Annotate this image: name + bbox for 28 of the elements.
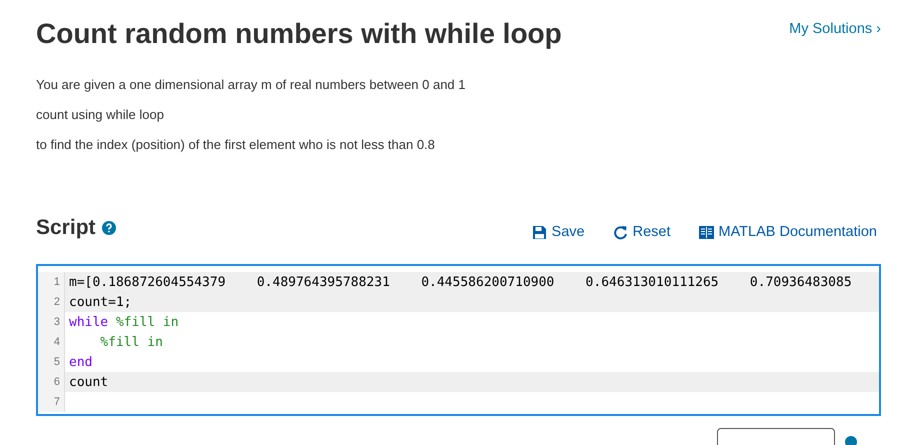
code-text: count	[68, 374, 108, 390]
code-text: end	[68, 354, 92, 370]
page-title: Count random numbers with while loop	[36, 18, 562, 50]
help-icon[interactable]	[102, 221, 116, 235]
save-button[interactable]: Save	[532, 224, 585, 240]
code-text: %fill in	[99, 334, 163, 350]
line-number: 5	[38, 352, 65, 372]
code-text: count=1;	[68, 294, 132, 310]
description-text: count using while loop	[36, 106, 165, 124]
code-text: while %fill in	[68, 314, 179, 330]
reset-icon	[612, 224, 628, 240]
description-text: to find the index (position) of the first element who is not less than 0.8	[36, 136, 436, 154]
code-text: m=[0.186872604554379 0.489764395788231 0.445586200710900 0.646313010111265 0.70936483085	[68, 274, 852, 290]
line-number: 6	[38, 372, 65, 392]
line-number: 4	[38, 332, 65, 352]
help-icon[interactable]	[845, 436, 857, 445]
code-editor[interactable]: 1 m=[0.186872604554379 0.489764395788231 0.445586200710900 0.646313010111265 0.70936483085 2 count=1; 3 while %fill in 4 %fill in 5 end 6 count 7	[36, 264, 881, 416]
my-solutions-link[interactable]: My Solutions ›	[789, 21, 881, 37]
line-number: 1	[38, 272, 65, 292]
documentation-link[interactable]: MATLAB Documentation	[698, 224, 877, 240]
line-number: 3	[38, 312, 65, 332]
line-number: 2	[38, 292, 65, 312]
reset-button[interactable]: Reset	[612, 224, 670, 240]
description-text: You are given a one dimensional array m of real numbers between 0 and 1	[36, 76, 467, 94]
book-icon	[698, 226, 714, 238]
line-number: 7	[38, 392, 65, 412]
script-heading: Script	[36, 216, 96, 240]
save-icon	[532, 224, 547, 240]
